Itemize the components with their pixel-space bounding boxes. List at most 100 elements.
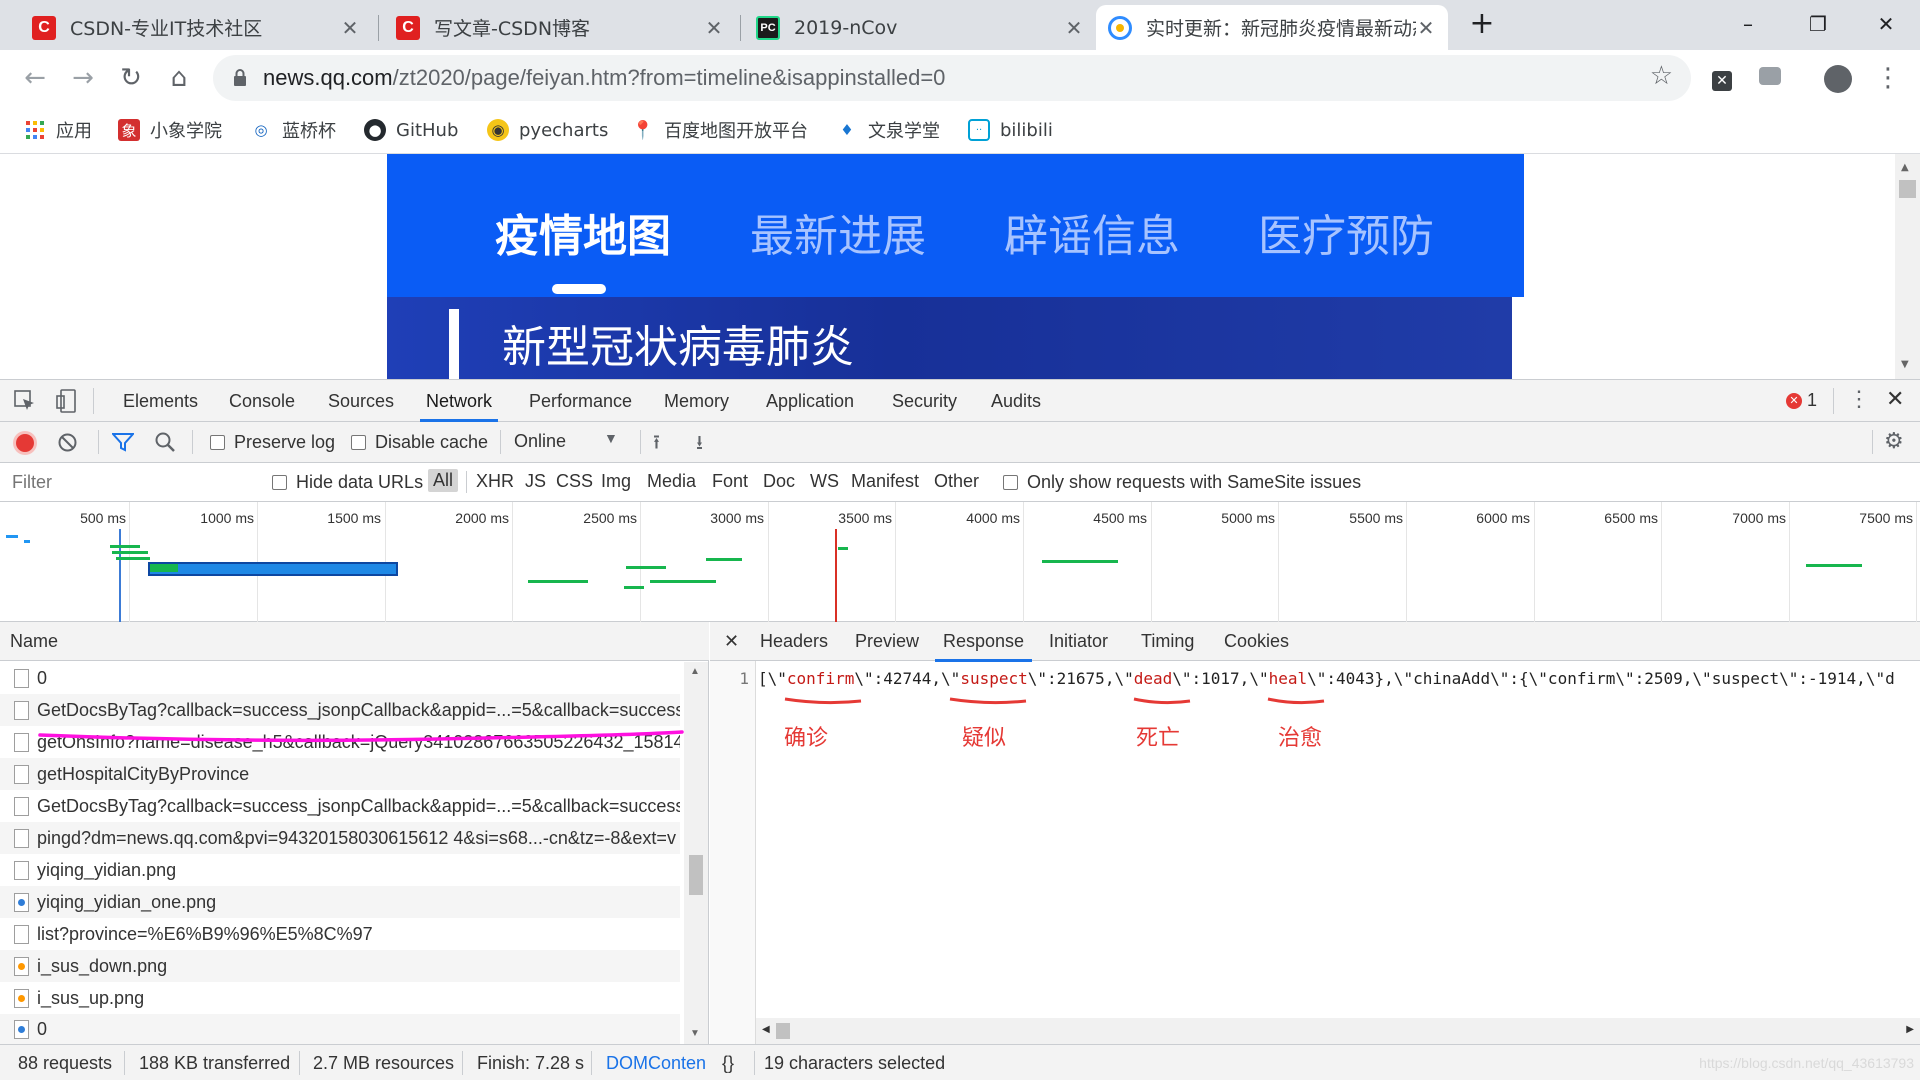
record-icon[interactable] — [16, 434, 34, 452]
tab-console[interactable]: Console — [229, 380, 295, 422]
filter-input[interactable] — [6, 468, 254, 496]
scroll-down-icon[interactable]: ▼ — [690, 1028, 700, 1039]
request-row[interactable]: getHospitalCityByProvince — [0, 758, 680, 790]
error-icon[interactable]: ✕ — [1786, 393, 1802, 409]
scrollbar-thumb[interactable] — [689, 855, 703, 895]
tab-close-icon[interactable]: ✕ — [1416, 16, 1436, 40]
filter-type-ws[interactable]: WS — [810, 471, 839, 492]
bookmark-xiaoxiang[interactable]: 象 小象学院 — [118, 114, 222, 146]
response-body[interactable]: [\"confirm\":42744,\"suspect\":21675,\"d… — [758, 669, 1918, 688]
filter-type-other[interactable]: Other — [934, 471, 979, 492]
filter-type-all[interactable]: All — [428, 469, 459, 492]
bookmark-wenquan[interactable]: ♦ 文泉学堂 — [836, 114, 940, 146]
filter-type-js[interactable]: JS — [525, 471, 546, 492]
bookmark-bilibili[interactable]: ·· bilibili — [968, 114, 1053, 146]
scrollbar-thumb[interactable] — [776, 1023, 790, 1039]
import-har-icon[interactable]: ⭱ — [653, 428, 660, 462]
bookmark-lanqiao[interactable]: ◎ 蓝桥杯 — [250, 114, 336, 146]
filter-type-css[interactable]: CSS — [556, 471, 593, 492]
nav-medical-prevention[interactable]: 医疗预防 — [1258, 200, 1434, 264]
horizontal-scrollbar[interactable]: ◀ ▶ — [756, 1018, 1920, 1044]
filter-type-manifest[interactable]: Manifest — [851, 471, 919, 492]
filter-type-doc[interactable]: Doc — [763, 471, 795, 492]
scroll-right-icon[interactable]: ▶ — [1906, 1024, 1914, 1035]
tab-preview[interactable]: Preview — [855, 622, 919, 661]
browser-tab-csdn[interactable]: C CSDN-专业IT技术社区 ✕ — [20, 5, 372, 50]
scroll-down-icon[interactable]: ▼ — [1901, 359, 1909, 370]
throttling-select[interactable]: Online — [514, 431, 566, 452]
hide-data-urls-checkbox[interactable]: Hide data URLs — [272, 472, 423, 492]
column-header-name[interactable]: Name — [0, 622, 709, 661]
request-row[interactable]: 0 — [0, 662, 680, 694]
minimize-icon[interactable]: – — [1718, 4, 1778, 44]
request-list-scrollbar[interactable]: ▲ ▼ — [684, 662, 708, 1044]
tab-elements[interactable]: Elements — [123, 380, 198, 422]
browser-tab-qq-news[interactable]: 实时更新：新冠肺炎疫情最新动态 ✕ — [1096, 5, 1448, 50]
restore-icon[interactable]: ❐ — [1788, 4, 1848, 44]
request-row[interactable]: pingd?dm=news.qq.com&pvi=943201580306156… — [0, 822, 680, 854]
samesite-issues-checkbox[interactable]: Only show requests with SameSite issues — [1003, 472, 1361, 492]
close-devtools-icon[interactable]: ✕ — [1886, 386, 1904, 412]
home-icon[interactable]: ⌂ — [159, 58, 199, 98]
chrome-menu-icon[interactable]: ⋮ — [1868, 58, 1908, 98]
extension-puzzle-icon[interactable] — [1750, 58, 1790, 98]
checkbox-box[interactable] — [210, 434, 225, 450]
tab-sources[interactable]: Sources — [328, 380, 394, 422]
browser-tab-ncov[interactable]: PC 2019-nCov ✕ — [744, 5, 1096, 50]
search-icon[interactable] — [154, 431, 176, 453]
export-har-icon[interactable]: ⭳ — [696, 428, 703, 462]
preserve-log-checkbox[interactable]: Preserve log — [210, 432, 335, 452]
bookmark-baidu-map[interactable]: 📍 百度地图开放平台 — [632, 114, 808, 146]
tab-response[interactable]: Response — [934, 622, 1033, 662]
disable-cache-checkbox[interactable]: Disable cache — [351, 432, 488, 452]
checkbox-box[interactable] — [351, 434, 366, 450]
filter-type-media[interactable]: Media — [647, 471, 696, 492]
nav-rumor-info[interactable]: 辟谣信息 — [1004, 200, 1180, 264]
scroll-left-icon[interactable]: ◀ — [762, 1024, 770, 1035]
back-arrow-icon[interactable]: ← — [15, 58, 55, 98]
page-scrollbar[interactable]: ▲ ▼ — [1895, 154, 1920, 379]
tab-audits[interactable]: Audits — [991, 380, 1041, 422]
address-bar[interactable]: news.qq.com/zt2020/page/feiyan.htm?from=… — [213, 55, 1691, 101]
tab-timing[interactable]: Timing — [1141, 622, 1194, 661]
tab-network[interactable]: Network — [419, 380, 499, 422]
filter-type-font[interactable]: Font — [712, 471, 748, 492]
reload-icon[interactable]: ↻ — [111, 58, 151, 98]
request-row[interactable]: 0 — [0, 1014, 680, 1044]
request-row[interactable]: yiqing_yidian_one.png — [0, 886, 680, 918]
request-row[interactable]: GetDocsByTag?callback=success_jsonpCallb… — [0, 694, 680, 726]
pretty-print-icon[interactable]: {} — [722, 1053, 734, 1074]
tab-close-icon[interactable]: ✕ — [704, 16, 724, 40]
bookmark-apps[interactable]: 应用 — [24, 114, 92, 146]
scroll-up-icon[interactable]: ▲ — [1901, 162, 1909, 173]
network-overview-timeline[interactable]: 500 ms 1000 ms 1500 ms 2000 ms 2500 ms 3… — [0, 502, 1920, 622]
bookmark-github[interactable]: ● GitHub — [364, 114, 458, 146]
tab-cookies[interactable]: Cookies — [1224, 622, 1289, 661]
inspect-element-icon[interactable] — [14, 390, 36, 412]
devtools-menu-icon[interactable]: ⋮ — [1848, 386, 1870, 412]
request-row[interactable]: list?province=%E6%B9%96%E5%8C%97 — [0, 918, 680, 950]
request-row[interactable]: i_sus_down.png — [0, 950, 680, 982]
request-row[interactable]: yiqing_yidian.png — [0, 854, 680, 886]
close-detail-icon[interactable]: ✕ — [724, 622, 739, 661]
nav-latest-progress[interactable]: 最新进展 — [750, 200, 926, 264]
browser-tab-csdn-write[interactable]: C 写文章-CSDN博客 ✕ — [384, 5, 736, 50]
nav-epidemic-map[interactable]: 疫情地图 — [495, 200, 671, 264]
new-tab-button[interactable]: + — [1452, 4, 1512, 44]
request-row[interactable]: i_sus_up.png — [0, 982, 680, 1014]
tab-close-icon[interactable]: ✕ — [340, 16, 360, 40]
error-count[interactable]: 1 — [1807, 390, 1817, 411]
clear-icon[interactable] — [58, 433, 77, 452]
filter-icon[interactable] — [110, 432, 136, 452]
forward-arrow-icon[interactable]: → — [63, 58, 103, 98]
bookmark-pyecharts[interactable]: ◉ pyecharts — [487, 114, 608, 146]
device-toolbar-icon[interactable] — [56, 389, 76, 413]
extension-x-icon[interactable]: ✕ — [1702, 58, 1742, 98]
bookmark-star-icon[interactable]: ☆ — [1650, 61, 1673, 91]
checkbox-box[interactable] — [272, 474, 287, 490]
chevron-down-icon[interactable]: ▼ — [604, 430, 618, 446]
tab-headers[interactable]: Headers — [760, 622, 828, 661]
request-row[interactable]: GetDocsByTag?callback=success_jsonpCallb… — [0, 790, 680, 822]
tab-performance[interactable]: Performance — [529, 380, 632, 422]
filter-type-img[interactable]: Img — [601, 471, 631, 492]
